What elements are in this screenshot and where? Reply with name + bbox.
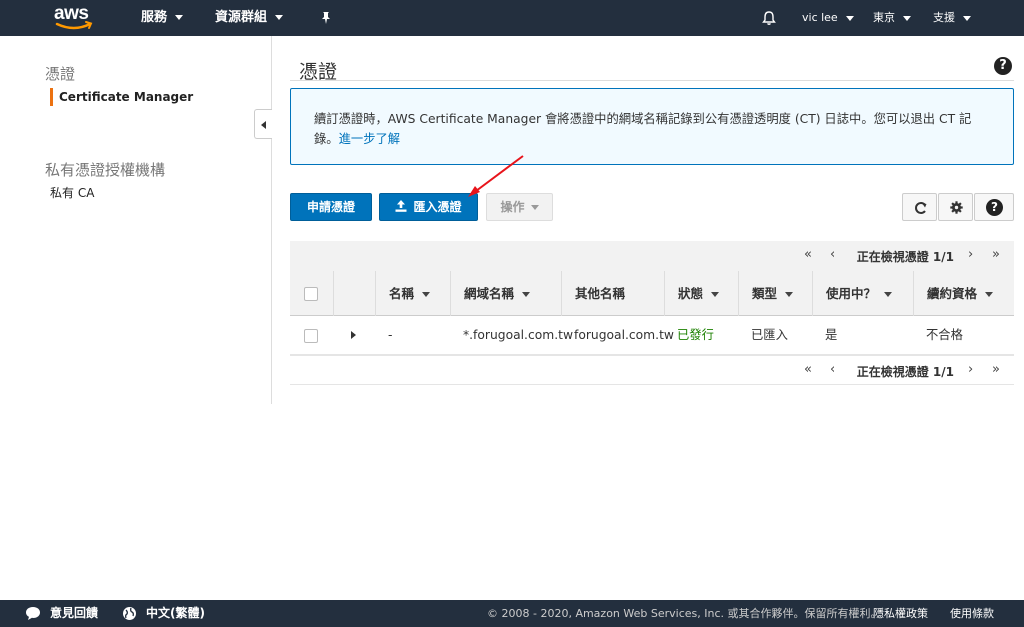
chevron-down-icon [985, 292, 994, 297]
table-header: 名稱 網域名稱 其他名稱 狀態 類型 使用中？ 續約資格 [290, 271, 1014, 316]
chevron-down-icon [884, 292, 893, 297]
support-label: 支援 [933, 11, 955, 24]
settings-button[interactable] [938, 193, 973, 221]
cell-name: - [388, 328, 393, 342]
column-label: 網域名稱 [464, 286, 515, 301]
last-page-icon[interactable]: » [992, 247, 1000, 262]
cell-alt-name: forugoal.com.tw [574, 328, 674, 342]
user-menu[interactable]: vic lee [802, 0, 854, 36]
chevron-down-icon [175, 15, 184, 20]
user-label: vic lee [802, 11, 838, 24]
column-header-renewal[interactable]: 續約資格 [913, 271, 1014, 316]
resource-groups-label: 資源群組 [215, 10, 268, 25]
column-label: 續約資格 [927, 286, 978, 301]
learn-more-link[interactable]: 進一步了解 [339, 132, 401, 146]
services-label: 服務 [141, 10, 168, 25]
privacy-policy-link[interactable]: 隱私權政策 [873, 600, 928, 627]
terms-of-use-link[interactable]: 使用條款 [950, 600, 994, 627]
upload-icon [395, 200, 407, 212]
footer: 意見回饋 中文(繁體) © 2008 - 2020, Amazon Web Se… [0, 600, 1024, 627]
table-help-button[interactable]: ? [974, 193, 1014, 221]
pagination-bottom: « ‹ 正在檢視憑證 1/1 › » [290, 355, 1014, 385]
chevron-down-icon [422, 292, 431, 297]
title-divider [290, 80, 1014, 81]
table-row[interactable]: - *.forugoal.com.tw forugoal.com.tw 已發行 … [290, 316, 1014, 355]
import-certificate-button[interactable]: 匯入憑證 [379, 193, 478, 221]
next-page-icon[interactable]: › [968, 362, 973, 377]
sidebar-section-certificates[interactable]: 憑證 [45, 63, 75, 84]
sidebar: 憑證 Certificate Manager 私有憑證授權機構 私有 CA [0, 36, 272, 404]
gear-icon [950, 201, 963, 214]
column-header-in-use[interactable]: 使用中？ [812, 271, 913, 316]
first-page-icon[interactable]: « [804, 362, 812, 377]
pagination-top: « ‹ 正在檢視憑證 1/1 › » [290, 241, 1014, 271]
column-header-type[interactable]: 類型 [738, 271, 812, 316]
language-selector[interactable]: 中文(繁體) [146, 600, 205, 627]
bell-icon[interactable] [761, 10, 777, 26]
chevron-down-icon [522, 292, 531, 297]
column-label: 其他名稱 [575, 286, 626, 301]
chevron-down-icon [845, 15, 854, 21]
sidebar-item-private-ca[interactable]: 私有 CA [50, 184, 94, 201]
region-label: 東京 [873, 11, 895, 24]
column-header-alt-name[interactable]: 其他名稱 [561, 271, 664, 316]
import-certificate-label: 匯入憑證 [413, 200, 462, 214]
request-certificate-button[interactable]: 申請憑證 [290, 193, 372, 221]
sidebar-section-private-ca[interactable]: 私有憑證授權機構 [45, 159, 165, 180]
refresh-button[interactable] [902, 193, 937, 221]
top-navigation-bar: aws 服務 資源群組 vic lee 東京 支援 [0, 0, 1024, 36]
chevron-down-icon [530, 205, 539, 210]
copyright-text: © 2008 - 2020, Amazon Web Services, Inc.… [487, 607, 882, 620]
cell-in-use: 是 [825, 328, 838, 342]
select-all-checkbox[interactable] [304, 287, 318, 301]
region-menu[interactable]: 東京 [873, 0, 911, 36]
chevron-down-icon [711, 292, 720, 297]
cell-type: 已匯入 [751, 328, 788, 342]
column-label: 類型 [752, 286, 778, 301]
chevron-down-icon [963, 15, 971, 21]
refresh-icon [915, 202, 927, 214]
info-banner: 續訂憑證時，AWS Certificate Manager 會將憑證中的網域名稱… [290, 88, 1014, 165]
chevron-down-icon [785, 292, 794, 297]
cell-renewal: 不合格 [926, 328, 963, 342]
expand-row-icon[interactable] [351, 331, 356, 339]
chevron-down-icon [903, 15, 911, 21]
previous-page-icon[interactable]: ‹ [830, 247, 835, 262]
cell-status: 已發行 [677, 328, 714, 342]
column-label: 使用中？ [826, 286, 877, 301]
resource-groups-menu[interactable]: 資源群組 [215, 0, 284, 36]
column-label: 狀態 [678, 286, 704, 301]
first-page-icon[interactable]: « [804, 247, 812, 262]
sidebar-item-certificate-manager[interactable]: Certificate Manager [50, 88, 193, 106]
pagination-info: 正在檢視憑證 1/1 [856, 250, 954, 264]
actions-dropdown[interactable]: 操作 [486, 193, 553, 221]
next-page-icon[interactable]: › [968, 247, 973, 262]
previous-page-icon[interactable]: ‹ [830, 362, 835, 377]
help-icon[interactable]: ? [994, 57, 1012, 75]
feedback-icon [26, 607, 40, 620]
pin-icon[interactable] [319, 11, 333, 25]
pagination-info: 正在檢視憑證 1/1 [856, 365, 954, 379]
expand-column-header [333, 271, 375, 316]
info-text: 續訂憑證時，AWS Certificate Manager 會將憑證中的網域名稱… [314, 112, 972, 146]
last-page-icon[interactable]: » [992, 362, 1000, 377]
globe-icon [123, 607, 136, 620]
actions-label: 操作 [500, 200, 525, 214]
aws-logo-icon[interactable]: aws [54, 3, 94, 33]
chevron-down-icon [275, 15, 284, 20]
services-menu[interactable]: 服務 [141, 0, 184, 36]
column-header-domain[interactable]: 網域名稱 [450, 271, 561, 316]
support-menu[interactable]: 支援 [933, 0, 971, 36]
row-checkbox[interactable] [304, 329, 318, 343]
help-icon: ? [986, 199, 1003, 216]
sidebar-collapse-button[interactable] [254, 109, 272, 139]
column-header-name[interactable]: 名稱 [375, 271, 450, 316]
column-label: 名稱 [389, 286, 415, 301]
feedback-link[interactable]: 意見回饋 [50, 600, 98, 627]
cell-domain: *.forugoal.com.tw [463, 328, 573, 342]
column-header-status[interactable]: 狀態 [664, 271, 738, 316]
